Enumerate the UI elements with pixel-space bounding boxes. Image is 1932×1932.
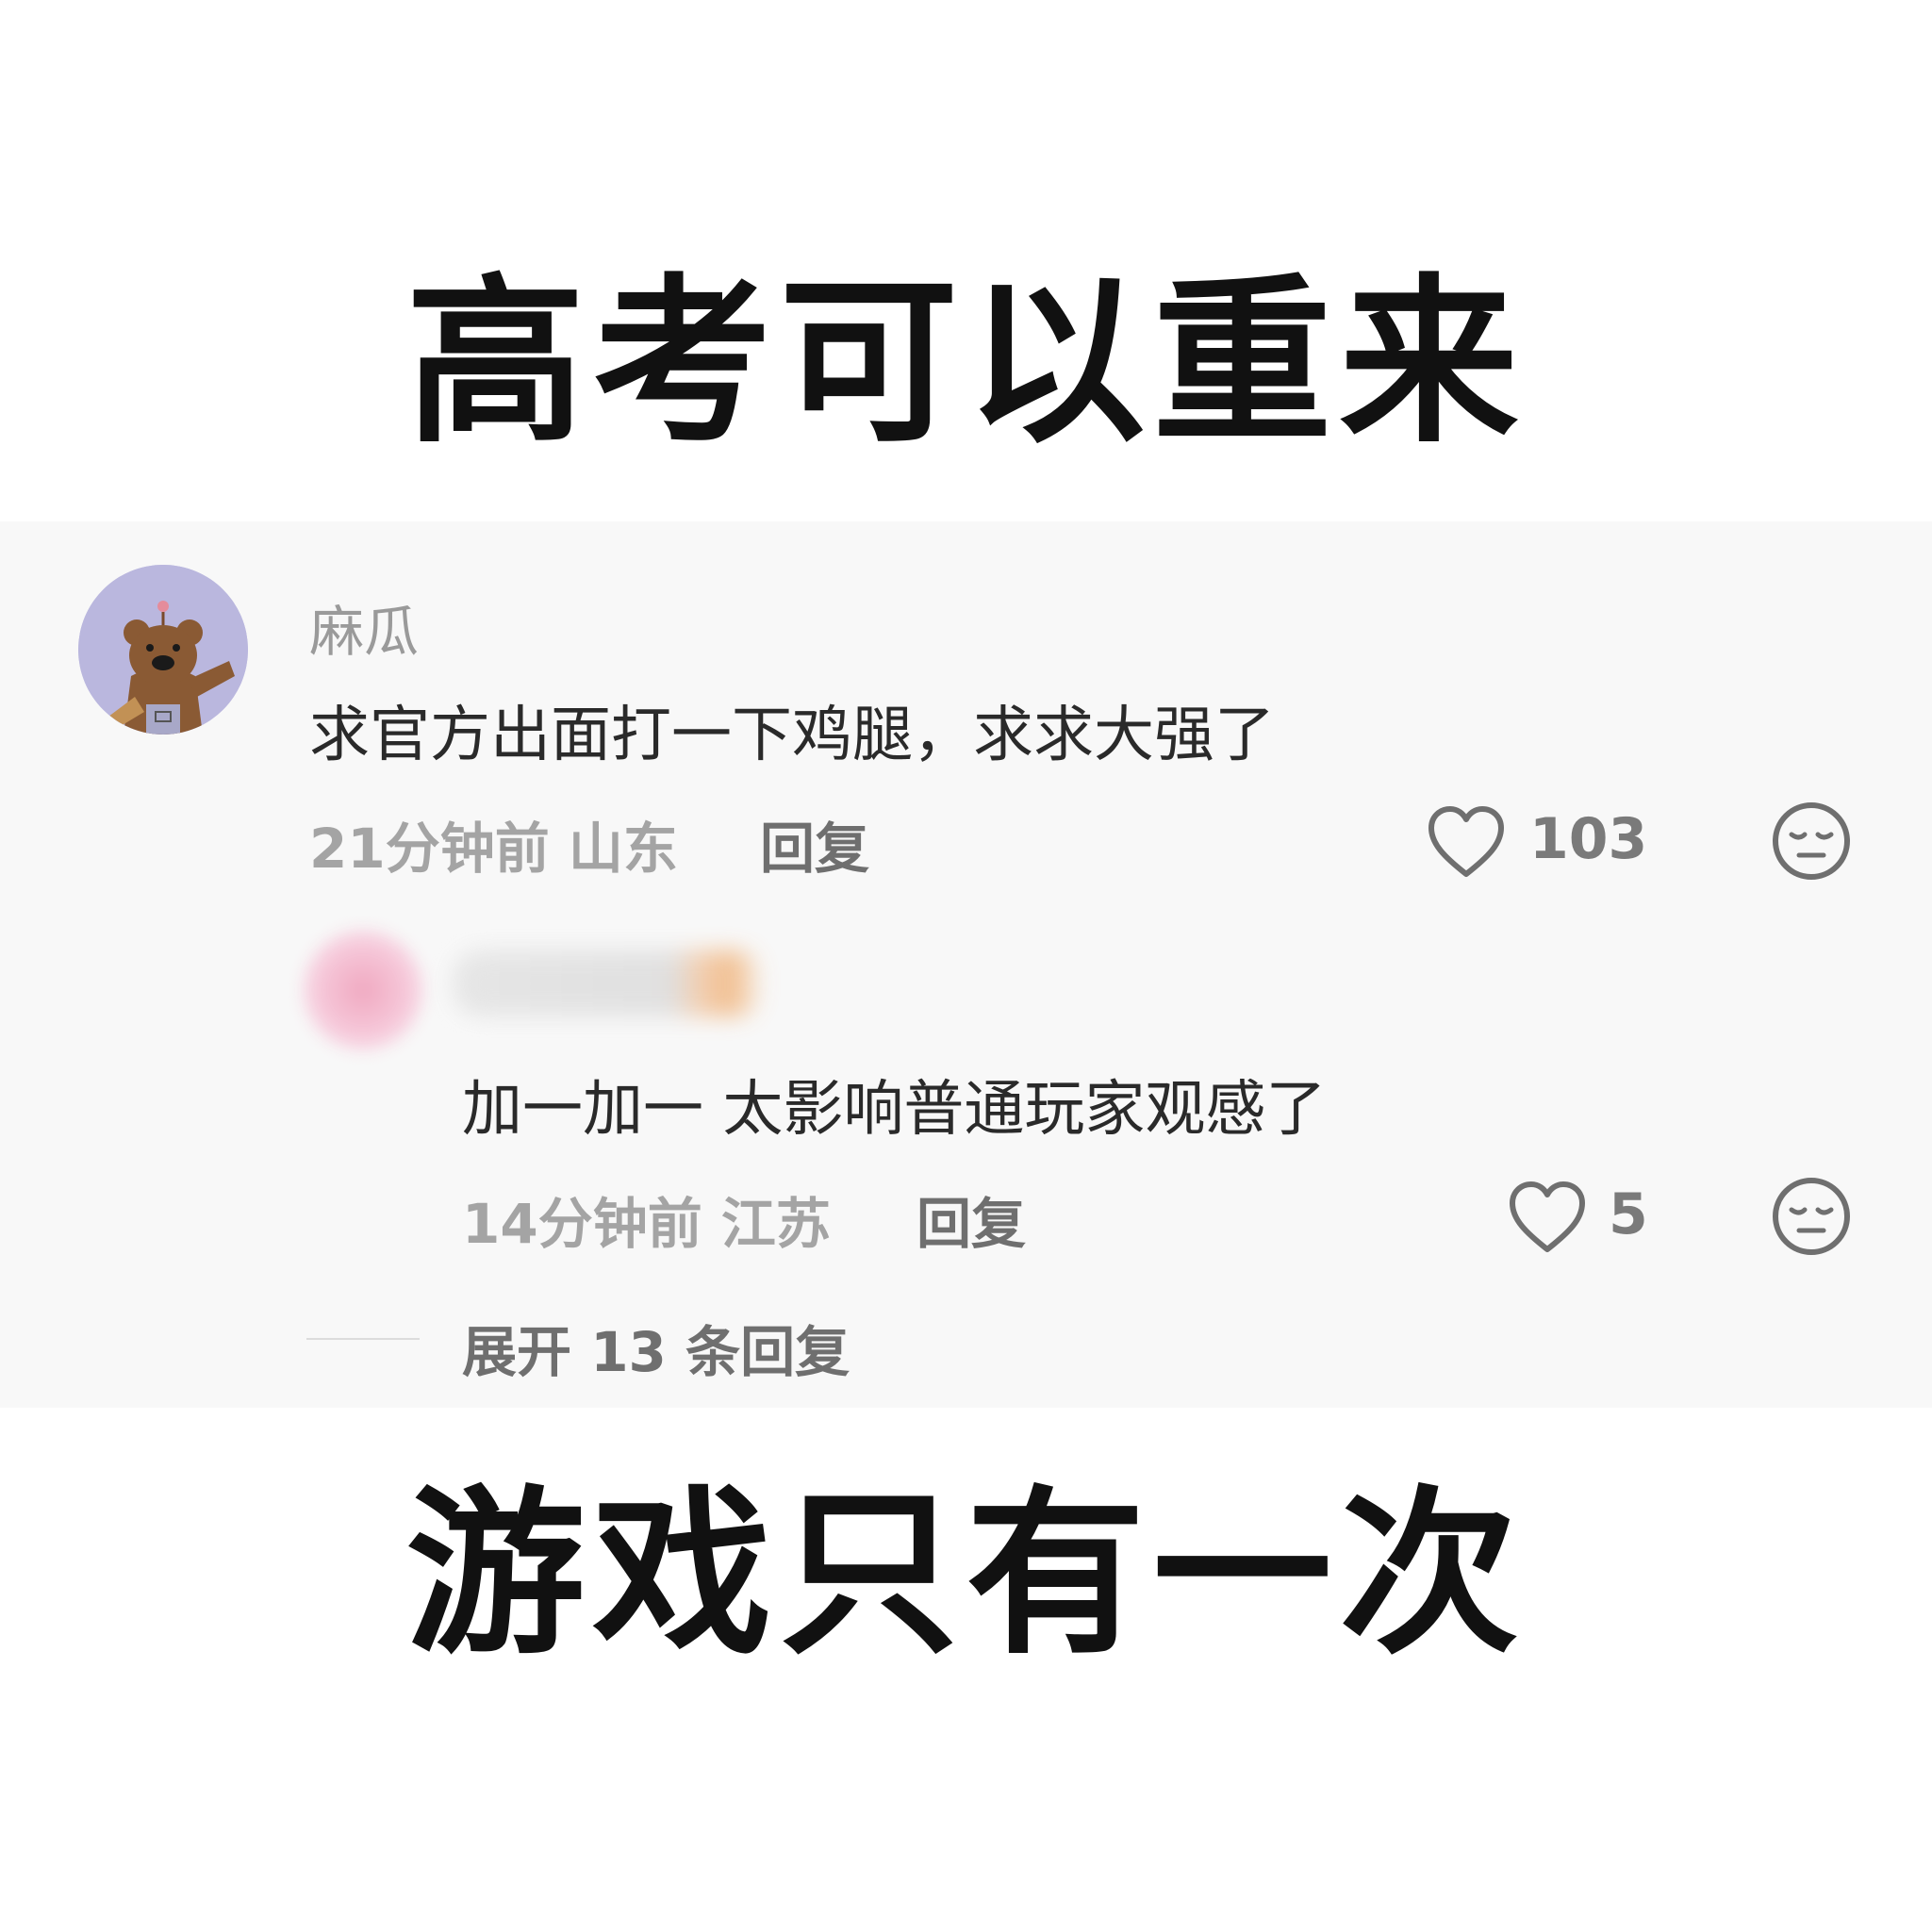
like-count: 103 (1529, 806, 1648, 872)
avatar-main[interactable] (78, 565, 248, 735)
caption-top: 高考可以重来 (405, 258, 1527, 467)
caption-bottom: 游戏只有一次 (405, 1470, 1527, 1678)
expand-replies-button[interactable]: 展开 13 条回复 (462, 1308, 850, 1387)
comment-panel: 麻瓜 求官方出面打一下鸡腿，求求大强了 21分钟前 山东 回复 103 加一加一… (0, 521, 1932, 1408)
unamused-face-icon[interactable] (1771, 801, 1852, 882)
comment-meta: 21分钟前 山东 (309, 817, 678, 881)
avatar-reply-blurred[interactable] (302, 929, 424, 1051)
heart-icon[interactable] (1426, 804, 1507, 880)
reply-username-blurred[interactable] (453, 950, 764, 1016)
comment-username[interactable]: 麻瓜 (309, 587, 419, 667)
like-count-nested: 5 (1609, 1181, 1648, 1247)
expand-divider (306, 1338, 420, 1340)
bear-avatar-icon (78, 565, 248, 735)
reply-button[interactable]: 回复 (760, 804, 869, 883)
reply-meta: 14分钟前 江苏 (462, 1192, 831, 1256)
heart-icon-nested[interactable] (1507, 1180, 1588, 1255)
comment-text: 求官方出面打一下鸡腿，求求大强了 (309, 701, 1275, 770)
reply-button-nested[interactable]: 回复 (916, 1180, 1026, 1259)
reply-text: 加一加一 太影响普通玩家观感了 (462, 1075, 1327, 1145)
unamused-face-icon-nested[interactable] (1771, 1176, 1852, 1257)
